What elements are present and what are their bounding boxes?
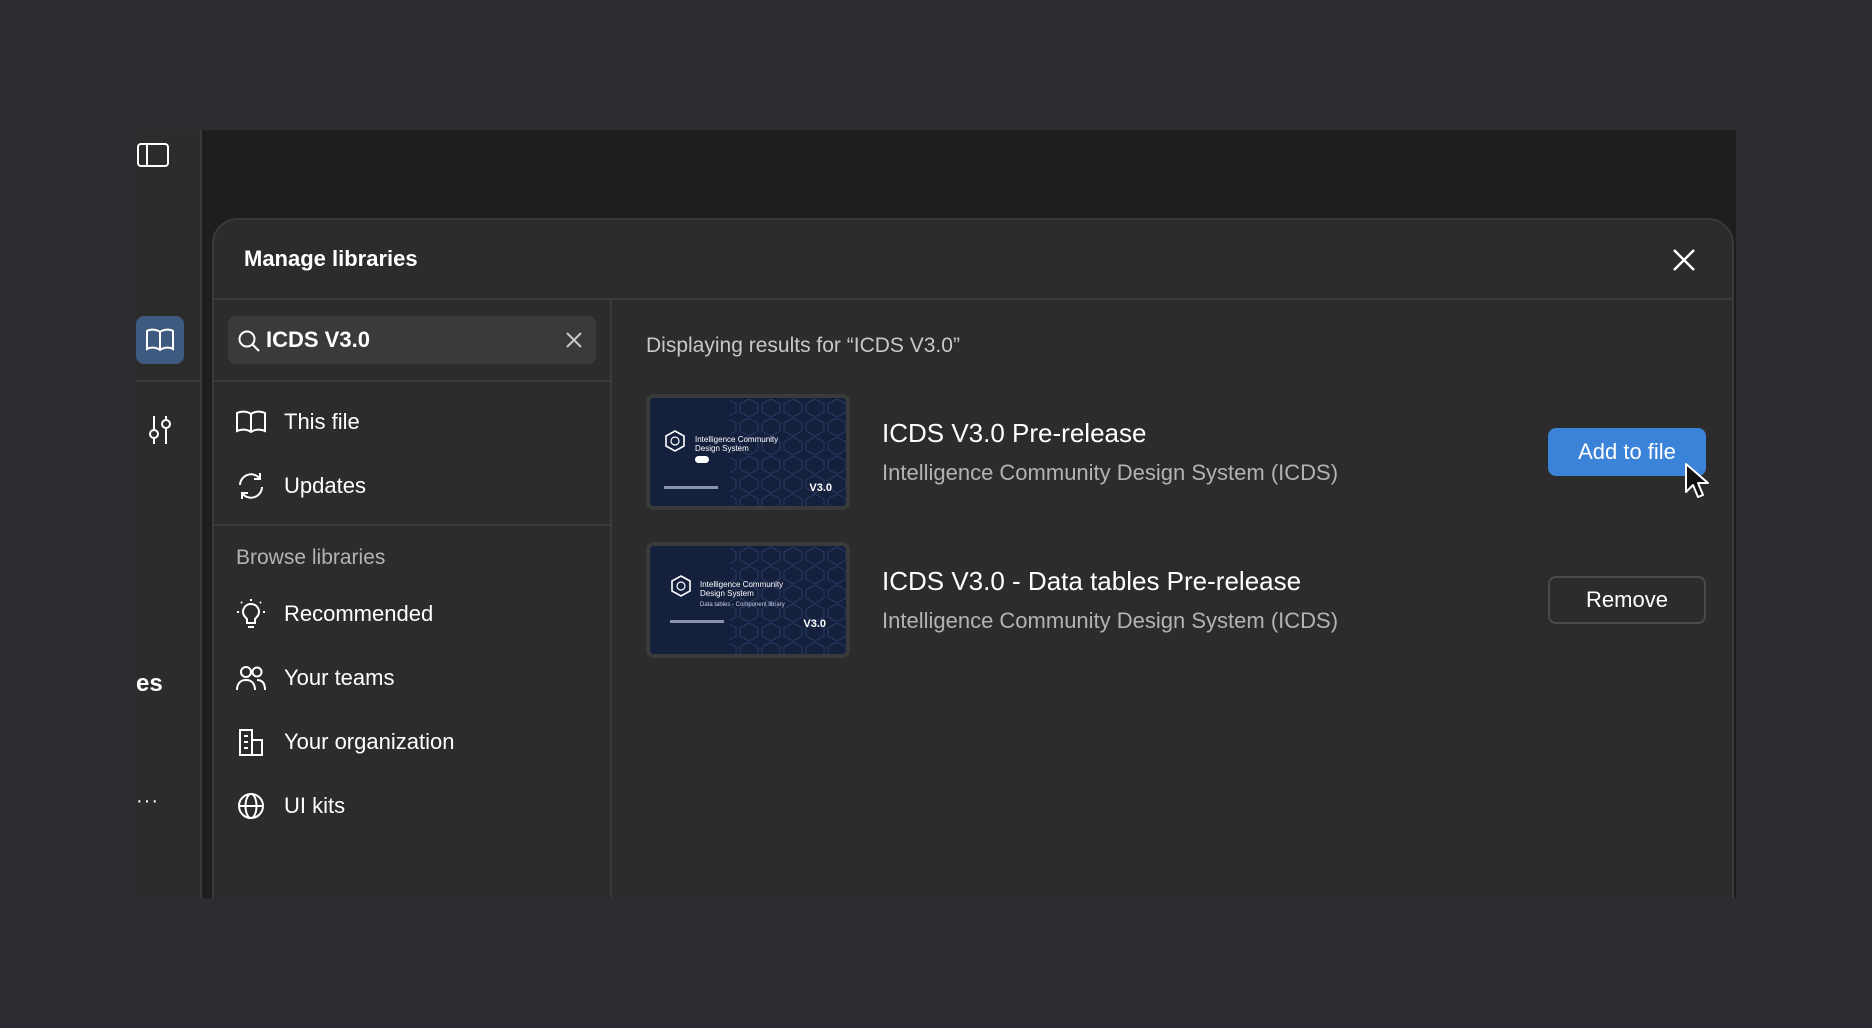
browse-libraries-heading: Browse libraries bbox=[236, 546, 386, 569]
sidebar-item-label: Updates bbox=[284, 473, 366, 498]
close-icon[interactable] bbox=[1670, 246, 1698, 274]
sidebar-divider bbox=[214, 524, 612, 526]
sidebar-item-recommended[interactable]: Recommended bbox=[234, 590, 594, 638]
thumbnail-version: V3.0 bbox=[803, 618, 826, 630]
book-icon bbox=[234, 405, 268, 439]
results-label: Displaying results for “ICDS V3.0” bbox=[646, 334, 960, 357]
library-name: ICDS V3.0 - Data tables Pre-release bbox=[882, 566, 1302, 596]
adjust-icon[interactable] bbox=[142, 412, 178, 448]
library-team: Intelligence Community Design System (IC… bbox=[882, 608, 1339, 633]
rail-partial-label: es bbox=[136, 670, 163, 697]
modal-header: Manage libraries bbox=[214, 220, 1732, 300]
thumbnail-subtitle: Design System bbox=[695, 444, 749, 453]
more-icon[interactable]: ··· bbox=[136, 790, 159, 813]
sidebar-item-ui-kits[interactable]: UI kits bbox=[234, 782, 594, 830]
thumbnail-version: V3.0 bbox=[809, 482, 832, 494]
sidebar-item-updates[interactable]: Updates bbox=[234, 462, 594, 510]
manage-libraries-modal: Manage libraries This file bbox=[212, 218, 1734, 898]
results-panel: Displaying results for “ICDS V3.0” Intel… bbox=[614, 300, 1732, 898]
sidebar-item-label: Your teams bbox=[284, 665, 395, 690]
sidebar-item-label: UI kits bbox=[284, 793, 346, 818]
people-icon bbox=[234, 661, 268, 695]
left-rail: es ··· bbox=[136, 130, 202, 898]
sidebar-item-label: Your organization bbox=[284, 729, 455, 754]
thumbnail-caption: Data tables - Component library bbox=[700, 602, 785, 608]
library-team: Intelligence Community Design System (IC… bbox=[882, 460, 1339, 485]
add-to-file-button[interactable]: Add to file bbox=[1548, 428, 1706, 476]
refresh-icon bbox=[234, 469, 268, 503]
sidebar-item-label: This file bbox=[284, 409, 360, 434]
libraries-icon[interactable] bbox=[136, 316, 184, 364]
search-input[interactable] bbox=[266, 322, 546, 358]
library-row: Intelligence Community Design System Dat… bbox=[646, 542, 1706, 658]
search-box bbox=[228, 316, 596, 364]
sidebar-divider bbox=[214, 380, 612, 382]
mouse-cursor-icon bbox=[1685, 463, 1709, 498]
thumbnail-subtitle: Design System bbox=[700, 589, 754, 598]
library-thumbnail: Intelligence Community Design System Dat… bbox=[646, 542, 850, 658]
thumbnail-title: Intelligence Community bbox=[700, 580, 784, 589]
remove-button[interactable]: Remove bbox=[1548, 576, 1706, 624]
search-icon bbox=[236, 328, 262, 354]
library-row: Intelligence Community Design System V3.… bbox=[646, 394, 1706, 510]
app-window: es ··· Manage libraries ICDS V3.0 This f… bbox=[136, 130, 1736, 898]
sidebar-item-your-organization[interactable]: Your organization bbox=[234, 718, 594, 766]
rail-divider bbox=[136, 380, 202, 382]
modal-sidebar: This file Updates Browse libraries Recom… bbox=[214, 300, 612, 898]
thumbnail-title: Intelligence Community bbox=[695, 435, 779, 444]
sidebar-item-this-file[interactable]: This file bbox=[234, 398, 594, 446]
modal-title: Manage libraries bbox=[244, 246, 418, 271]
library-name: ICDS V3.0 Pre-release bbox=[882, 418, 1147, 448]
globe-icon bbox=[234, 789, 268, 823]
lightbulb-icon bbox=[234, 597, 268, 631]
sidebar-item-your-teams[interactable]: Your teams bbox=[234, 654, 594, 702]
library-thumbnail: Intelligence Community Design System V3.… bbox=[646, 394, 850, 510]
sidebar-item-label: Recommended bbox=[284, 601, 434, 626]
sidebar-toggle-icon[interactable] bbox=[136, 140, 170, 170]
building-icon bbox=[234, 725, 268, 759]
clear-search-icon[interactable] bbox=[562, 328, 586, 352]
